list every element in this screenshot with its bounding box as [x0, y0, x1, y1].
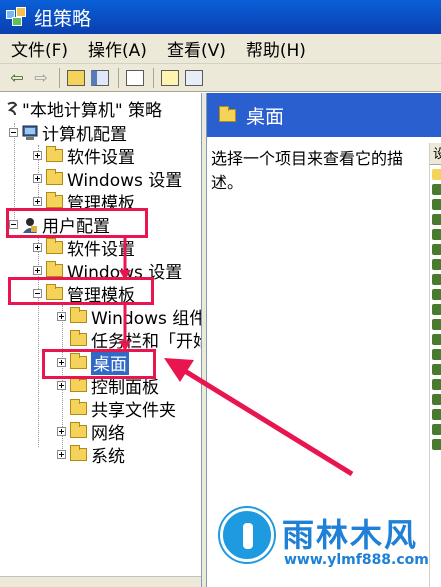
export-list-icon[interactable] — [124, 67, 146, 89]
menu-view[interactable]: 查看(V) — [158, 36, 235, 61]
tree-node-root[interactable]: "本地计算机" 策略 — [6, 97, 163, 121]
expand-icon[interactable] — [33, 243, 42, 252]
tree-node-uc-admin-taskbar[interactable]: 任务栏和「开始」菜单 — [70, 328, 201, 352]
tree-label: "本地计算机" 策略 — [22, 101, 163, 121]
setting-icon — [432, 379, 441, 390]
setting-icon — [432, 394, 441, 405]
expand-icon[interactable] — [57, 312, 66, 321]
tree-label: 计算机配置 — [42, 125, 127, 145]
setting-icon — [432, 199, 441, 210]
tree-label: 系统 — [91, 447, 125, 467]
watermark-url: www.ylmf888.com — [284, 552, 429, 568]
toolbar: ⇦ ⇨ — [0, 64, 441, 92]
help-icon[interactable] — [159, 67, 181, 89]
folder-icon — [46, 261, 63, 277]
back-icon[interactable]: ⇦ — [6, 67, 28, 89]
setting-icon — [432, 259, 441, 270]
menu-action[interactable]: 操作(A) — [79, 36, 156, 61]
tree-node-uc-admin-network[interactable]: 网络 — [57, 420, 125, 444]
watermark-logo-icon — [220, 508, 274, 562]
tree-label: 网络 — [91, 424, 125, 444]
expand-icon[interactable] — [33, 197, 42, 206]
setting-icon — [432, 229, 441, 240]
policy-icon — [6, 101, 18, 117]
setting-icon — [432, 349, 441, 360]
folder-icon — [46, 238, 63, 254]
properties-icon[interactable] — [183, 67, 205, 89]
toolbar-separator — [59, 67, 60, 88]
setting-icon — [432, 409, 441, 420]
group-policy-app-icon — [6, 7, 28, 27]
setting-icon — [432, 334, 441, 345]
folder-icon — [46, 192, 63, 208]
expand-icon[interactable] — [33, 266, 42, 275]
window-title: 组策略 — [34, 7, 92, 30]
annotation-arrow-down-1 — [119, 236, 131, 280]
detail-header-title: 桌面 — [246, 105, 285, 128]
folder-icon — [70, 376, 87, 392]
toolbar-separator — [118, 67, 119, 88]
setting-icon — [432, 304, 441, 315]
setting-icon — [432, 214, 441, 225]
folder-icon — [70, 422, 87, 438]
folder-icon — [70, 307, 87, 323]
folder-icon — [70, 399, 87, 415]
folder-icon — [70, 445, 87, 461]
tree-node-uc-admin-system[interactable]: 系统 — [57, 443, 125, 467]
setting-icon — [432, 424, 441, 435]
tree-node-cc-windows[interactable]: Windows 设置 — [33, 167, 183, 191]
setting-icon — [432, 319, 441, 330]
setting-icon — [432, 274, 441, 285]
tree-label: Windows 组件 — [91, 309, 202, 329]
detail-header: 桌面 — [207, 93, 441, 137]
tree-node-cc-software[interactable]: 软件设置 — [33, 144, 135, 168]
annotation-box-desktop — [42, 349, 156, 379]
tree-label: 软件设置 — [67, 148, 135, 168]
folder-icon — [46, 146, 63, 162]
tree-label: Windows 设置 — [67, 171, 183, 191]
watermark-title: 雨林木风 — [282, 516, 419, 554]
settings-column-header[interactable]: 设 — [430, 143, 441, 165]
expand-icon[interactable] — [57, 381, 66, 390]
expand-icon[interactable] — [33, 151, 42, 160]
tree-pane[interactable]: "本地计算机" 策略 计算机配置 软件设置 Windows 设置 管理模板 用户… — [0, 93, 202, 587]
watermark: 雨林木风 www.ylmf888.com — [218, 500, 438, 580]
title-bar: 组策略 — [0, 0, 441, 34]
folder-icon — [46, 169, 63, 185]
folder-icon — [70, 330, 87, 346]
folder-icon — [219, 105, 236, 122]
tree-node-computer-config[interactable]: 计算机配置 — [9, 121, 127, 145]
expand-icon[interactable] — [57, 450, 66, 459]
forward-icon[interactable]: ⇨ — [30, 67, 52, 89]
show-tree-icon[interactable] — [89, 67, 111, 89]
horizontal-scrollbar[interactable] — [0, 576, 201, 587]
toolbar-separator — [153, 67, 154, 88]
setting-icon — [432, 439, 441, 450]
menu-file[interactable]: 文件(F) — [2, 36, 77, 61]
setting-icon — [432, 364, 441, 375]
annotation-arrow-down-2 — [119, 303, 131, 351]
computer-icon — [22, 125, 38, 141]
folder-icon — [432, 169, 441, 180]
setting-icon — [432, 289, 441, 300]
expand-icon[interactable] — [57, 427, 66, 436]
menu-bar: 文件(F) 操作(A) 查看(V) 帮助(H) — [0, 34, 441, 64]
setting-icon — [432, 184, 441, 195]
collapse-icon[interactable] — [9, 128, 18, 137]
setting-icon — [432, 244, 441, 255]
annotation-arrow-large — [164, 358, 354, 477]
annotation-box-admin-templates — [8, 277, 154, 305]
menu-help[interactable]: 帮助(H) — [237, 36, 315, 61]
up-folder-icon[interactable] — [65, 67, 87, 89]
description-text: 选择一个项目来查看它的描述。 — [211, 149, 404, 192]
expand-icon[interactable] — [33, 174, 42, 183]
annotation-box-user-config — [6, 208, 148, 238]
